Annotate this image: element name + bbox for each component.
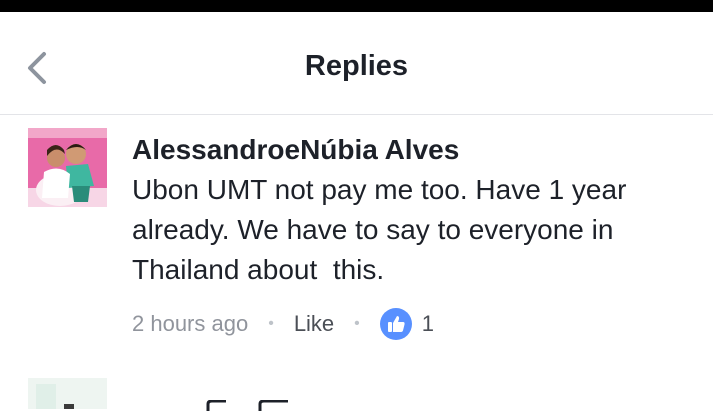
comment-timestamp[interactable]: 2 hours ago xyxy=(132,311,248,337)
thumbs-up-icon xyxy=(387,316,405,332)
header: Replies xyxy=(0,12,713,115)
comment-meta: 2 hours ago • Like • 1 xyxy=(132,304,434,344)
like-count[interactable]: 1 xyxy=(422,311,434,337)
page-title: Replies xyxy=(304,50,409,82)
like-button[interactable]: Like xyxy=(294,311,334,337)
separator-dot: • xyxy=(354,315,360,332)
comment-author[interactable]: AlessandroeNúbia Alves xyxy=(132,132,692,168)
next-comment-author xyxy=(200,398,300,411)
avatar[interactable] xyxy=(28,128,107,207)
comment-text: Ubon UMT not pay me too. Have 1 year alr… xyxy=(132,174,635,285)
next-comment-avatar[interactable] xyxy=(28,378,107,409)
comment-body: AlessandroeNúbia Alves Ubon UMT not pay … xyxy=(132,132,692,290)
status-bar xyxy=(0,0,713,12)
separator-dot: • xyxy=(268,315,274,332)
like-reaction-badge[interactable] xyxy=(379,308,412,340)
